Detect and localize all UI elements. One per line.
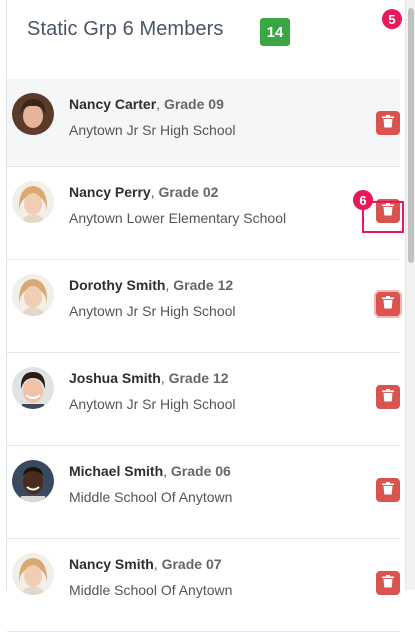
delete-button[interactable] bbox=[376, 292, 400, 316]
avatar bbox=[12, 553, 54, 595]
scrollbar-thumb[interactable] bbox=[408, 8, 414, 263]
trash-icon bbox=[382, 389, 394, 405]
member-grade: Grade 06 bbox=[170, 463, 231, 479]
name-separator: , bbox=[150, 184, 159, 200]
scrollbar[interactable] bbox=[405, 0, 415, 590]
member-row: Joshua Smith, Grade 12 Anytown Jr Sr Hig… bbox=[7, 353, 400, 446]
delete-button[interactable] bbox=[376, 478, 400, 502]
member-row: Nancy Perry, Grade 02 Anytown Lower Elem… bbox=[7, 167, 400, 260]
delete-button[interactable] bbox=[376, 385, 400, 409]
trash-icon bbox=[382, 482, 394, 498]
delete-button[interactable] bbox=[376, 111, 400, 135]
member-grade: Grade 12 bbox=[168, 370, 229, 386]
name-separator: , bbox=[153, 556, 162, 572]
trash-icon bbox=[382, 115, 394, 131]
member-grade: Grade 09 bbox=[163, 96, 224, 112]
member-row: Michael Smith, Grade 06 Middle School Of… bbox=[7, 446, 400, 539]
member-row: Nancy Smith, Grade 07 Middle School Of A… bbox=[7, 539, 400, 632]
avatar bbox=[12, 93, 54, 135]
member-row: Dorothy Smith, Grade 12 Anytown Jr Sr Hi… bbox=[7, 260, 400, 353]
member-count-badge: 14 bbox=[260, 18, 290, 46]
trash-icon bbox=[382, 203, 394, 219]
name-separator: , bbox=[163, 463, 171, 479]
name-separator: , bbox=[160, 370, 169, 386]
avatar bbox=[12, 181, 54, 223]
member-name: Nancy Perry bbox=[69, 184, 151, 200]
member-grade: Grade 07 bbox=[161, 556, 222, 572]
avatar bbox=[12, 367, 54, 409]
member-name: Dorothy Smith bbox=[69, 277, 166, 293]
delete-button[interactable] bbox=[376, 571, 400, 595]
panel-header: Static Grp 6 Members 14 bbox=[7, 0, 405, 68]
member-school: Middle School Of Anytown bbox=[69, 489, 233, 505]
name-separator: , bbox=[156, 96, 164, 112]
member-name-line: Nancy Carter, Grade 09 bbox=[69, 96, 224, 112]
member-list: Nancy Carter, Grade 09 Anytown Jr Sr Hig… bbox=[7, 79, 400, 632]
member-school: Middle School Of Anytown bbox=[69, 582, 233, 598]
member-school: Anytown Jr Sr High School bbox=[69, 396, 236, 412]
step-marker-6: 6 bbox=[353, 190, 373, 210]
delete-button[interactable] bbox=[376, 199, 400, 223]
member-name: Joshua Smith bbox=[69, 370, 161, 386]
member-name-line: Michael Smith, Grade 06 bbox=[69, 463, 231, 479]
member-school: Anytown Jr Sr High School bbox=[69, 122, 236, 138]
member-name: Nancy Carter bbox=[69, 96, 157, 112]
member-name-line: Joshua Smith, Grade 12 bbox=[69, 370, 229, 386]
page-title: Static Grp 6 Members bbox=[27, 18, 224, 40]
avatar bbox=[12, 460, 54, 502]
trash-icon bbox=[382, 296, 394, 312]
trash-icon bbox=[382, 575, 394, 591]
member-grade: Grade 12 bbox=[173, 277, 234, 293]
member-name-line: Nancy Perry, Grade 02 bbox=[69, 184, 218, 200]
member-grade: Grade 02 bbox=[158, 184, 219, 200]
member-name-line: Nancy Smith, Grade 07 bbox=[69, 556, 222, 572]
member-name: Michael Smith bbox=[69, 463, 164, 479]
member-school: Anytown Lower Elementary School bbox=[69, 210, 287, 226]
step-marker-5: 5 bbox=[382, 9, 402, 29]
avatar bbox=[12, 274, 54, 316]
member-name: Nancy Smith bbox=[69, 556, 154, 572]
member-school: Anytown Jr Sr High School bbox=[69, 303, 236, 319]
member-name-line: Dorothy Smith, Grade 12 bbox=[69, 277, 233, 293]
member-row: Nancy Carter, Grade 09 Anytown Jr Sr Hig… bbox=[7, 79, 400, 167]
